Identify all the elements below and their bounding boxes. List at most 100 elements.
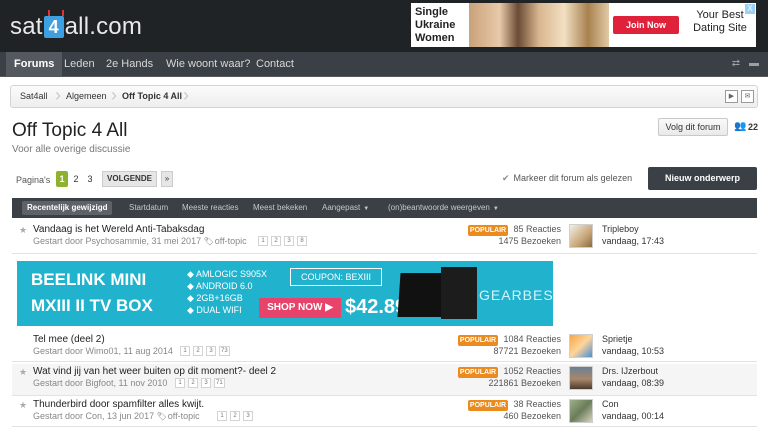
tag-icon: 🏷 <box>203 237 214 246</box>
last-post-time: vandaag, 10:53 <box>602 346 665 356</box>
thread-page-link[interactable]: 1 <box>180 346 190 356</box>
thread-row[interactable]: ★ Thunderbird door spamfilter alles kwij… <box>12 397 757 427</box>
thread-page-link[interactable]: 1 <box>217 411 227 421</box>
page-link-3[interactable]: 3 <box>84 171 96 187</box>
popular-badge: POPULAIR <box>468 225 508 236</box>
nav-item-forums[interactable]: Forums <box>6 52 63 77</box>
thread-page-link[interactable]: 3 <box>206 346 216 356</box>
page-link-1[interactable]: 1 <box>56 171 68 187</box>
mark-read-link[interactable]: ✔ Markeer dit forum als gelezen <box>502 173 632 184</box>
nav-item-wie-woont-waar[interactable]: Wie woont waar? <box>158 52 258 77</box>
popular-badge: POPULAIR <box>458 335 498 346</box>
nav-item-leden[interactable]: Leden <box>56 52 103 77</box>
thread-page-link[interactable]: 71 <box>214 378 225 388</box>
avatar[interactable] <box>569 224 593 248</box>
thread-page-link[interactable]: 73 <box>219 346 230 356</box>
thread-row[interactable]: ★ Wat vind jij van het weer buiten op di… <box>12 364 757 396</box>
last-page-button[interactable]: » <box>161 171 173 187</box>
avatar[interactable] <box>569 366 593 390</box>
popular-badge: POPULAIR <box>458 367 498 378</box>
thread-pages: 1238 <box>258 236 307 246</box>
thread-page-link[interactable]: 8 <box>297 236 307 246</box>
ad-photos <box>469 3 609 47</box>
last-poster[interactable]: Con <box>602 399 619 409</box>
reply-count: 85 Reacties <box>513 224 561 234</box>
star-icon[interactable]: ★ <box>19 225 27 236</box>
main-nav: Forums Leden 2e Hands Wie woont waar? Co… <box>0 52 768 77</box>
thread-starter: Gestart door Con, 13 jun 2017 <box>33 411 155 421</box>
next-page-button[interactable]: VOLGENDE <box>102 171 157 187</box>
tab-recent[interactable]: Recentelijk gewijzigd <box>22 201 113 215</box>
tv-box-image <box>441 267 477 319</box>
youtube-icon[interactable]: ▶ <box>725 90 738 103</box>
thread-page-link[interactable]: 2 <box>193 346 203 356</box>
breadcrumb-item-algemeen[interactable]: Algemeen <box>66 86 107 107</box>
last-poster[interactable]: Tripleboy <box>602 224 639 234</box>
site-header: sat 4 all.com Single Ukraine Women Join No… <box>0 0 768 52</box>
thread-row[interactable]: ★ Vandaag is het Wereld Anti-Tabaksdag G… <box>12 222 757 254</box>
refresh-icon[interactable]: ⇄ <box>730 58 742 70</box>
breadcrumb-separator: › <box>111 85 117 105</box>
last-poster[interactable]: Drs. IJzerbout <box>602 366 658 376</box>
thread-title[interactable]: Tel mee (deel 2) <box>33 334 105 345</box>
mail-icon[interactable]: ✉ <box>741 90 754 103</box>
thread-row[interactable]: Tel mee (deel 2) Gestart door Wimo01, 11… <box>12 332 757 362</box>
reply-count: 1084 Reacties <box>503 334 561 344</box>
thread-title[interactable]: Vandaag is het Wereld Anti-Tabaksdag <box>33 224 204 235</box>
ad-join-button[interactable]: Join Now <box>613 16 679 34</box>
reply-count: 38 Reacties <box>513 399 561 409</box>
new-thread-button[interactable]: Nieuw onderwerp <box>648 167 757 190</box>
tab-meest-bekeken[interactable]: Meest bekeken <box>253 198 307 218</box>
breadcrumb-item-sat4all[interactable]: Sat4all <box>20 86 48 107</box>
thread-page-link[interactable]: 1 <box>175 378 185 388</box>
pagination-label: Pagina's <box>16 175 51 185</box>
thread-page-link[interactable]: 3 <box>284 236 294 246</box>
follow-forum-button[interactable]: Volg dit forum <box>658 118 728 136</box>
avatar[interactable] <box>569 334 593 358</box>
view-count: 221861 Bezoeken <box>488 378 561 388</box>
chevron-down-icon: ▼ <box>363 206 370 212</box>
thread-page-link[interactable]: 1 <box>258 236 268 246</box>
thread-page-link[interactable]: 3 <box>201 378 211 388</box>
thread-title[interactable]: Wat vind jij van het weer buiten op dit … <box>33 366 276 377</box>
tab-meeste-reacties[interactable]: Meeste reacties <box>182 198 238 218</box>
members-icon: 👥 <box>734 121 747 132</box>
product-ad-banner[interactable]: BEELINK MINI MXIII II TV BOX ◆ AMLOGIC S… <box>17 261 553 326</box>
top-ad-banner[interactable]: Single Ukraine Women Join Now Your Best … <box>411 3 756 47</box>
tab-onbeantwoorde[interactable]: (on)beantwoorde weergeven ▼ <box>388 198 499 218</box>
ad-close-icon[interactable]: X <box>745 4 755 14</box>
thread-page-link[interactable]: 2 <box>230 411 240 421</box>
ad-spec: ◆ DUAL WIFI <box>187 305 242 315</box>
thread-page-link[interactable]: 3 <box>243 411 253 421</box>
nav-item-2e-hands[interactable]: 2e Hands <box>98 52 161 77</box>
thread-pages: 1 2 3 71 <box>175 378 225 388</box>
ad-specs: ◆ AMLOGIC S905X ◆ ANDROID 6.0 ◆ 2GB+16GB… <box>187 268 267 316</box>
chevron-down-icon: ▼ <box>492 206 499 212</box>
star-icon[interactable]: ★ <box>19 400 27 411</box>
avatar[interactable] <box>569 399 593 423</box>
logo-mark: 4 <box>43 16 64 38</box>
last-poster[interactable]: Sprietje <box>602 334 633 344</box>
site-logo[interactable]: sat 4 all.com <box>10 12 142 42</box>
star-icon[interactable]: ★ <box>19 367 27 378</box>
thread-tag[interactable]: off-topic <box>215 236 247 246</box>
ad-brand: GEARBEST <box>479 287 553 303</box>
thread-title[interactable]: Thunderbird door spamfilter alles kwijt. <box>33 399 204 410</box>
breadcrumb-separator: › <box>55 85 61 105</box>
thread-meta: Gestart door Con, 13 jun 2017 🏷off-topic <box>33 411 200 421</box>
thread-page-link[interactable]: 2 <box>271 236 281 246</box>
thread-starter: Gestart door Psychosammie, 31 mei 2017 <box>33 236 202 246</box>
thread-meta: Gestart door Wimo01, 11 aug 2014 <box>33 346 173 356</box>
ad-shop-button[interactable]: SHOP NOW ▶ <box>259 298 341 318</box>
tab-aangepast[interactable]: Aangepast ▼ <box>322 198 369 218</box>
breadcrumb-item-current: Off Topic 4 All <box>122 91 182 101</box>
ad-title-line2: MXIII II TV BOX <box>31 296 153 315</box>
collapse-icon[interactable]: ▬ <box>748 58 760 70</box>
thread-page-link[interactable]: 2 <box>188 378 198 388</box>
last-post-time: vandaag, 08:39 <box>602 378 665 388</box>
tab-startdatum[interactable]: Startdatum <box>129 198 168 218</box>
page-link-2[interactable]: 2 <box>70 171 82 187</box>
reply-count: 1052 Reacties <box>503 366 561 376</box>
thread-tag[interactable]: off-topic <box>168 411 200 421</box>
nav-item-contact[interactable]: Contact <box>248 52 302 77</box>
